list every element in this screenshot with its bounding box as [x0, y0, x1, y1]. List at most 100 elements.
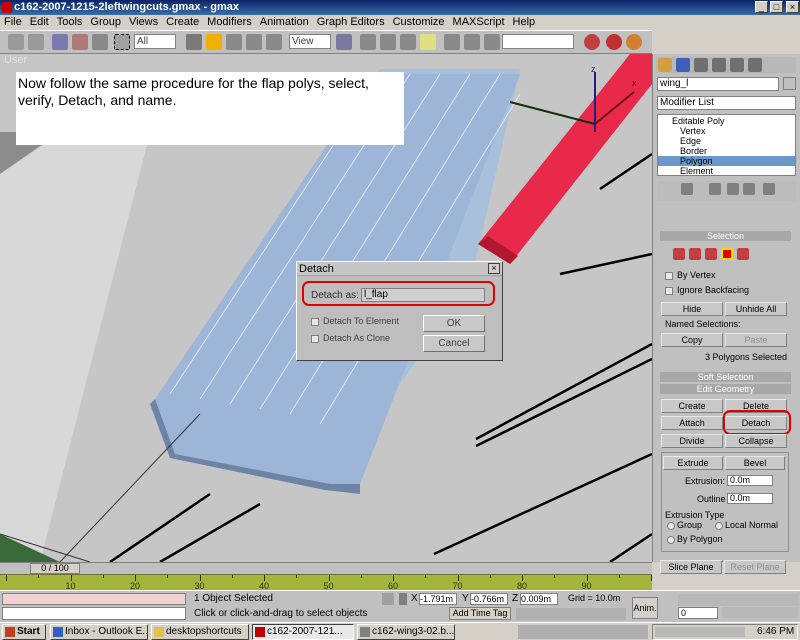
maxscript-listener-mini[interactable] — [2, 593, 186, 605]
x-coord-input[interactable]: -1.791m — [419, 593, 457, 605]
lock-selection-icon[interactable] — [382, 593, 394, 605]
modify-tab-icon[interactable] — [676, 58, 690, 72]
bevel-button[interactable]: Bevel — [725, 456, 785, 470]
extrude-button[interactable]: Extrude — [663, 456, 723, 470]
restrict-x-icon[interactable] — [360, 34, 376, 50]
by-polygon-radio[interactable] — [667, 536, 675, 544]
stack-vertex[interactable]: Vertex — [680, 126, 706, 136]
bind-spacewarp-icon[interactable] — [92, 34, 108, 50]
menu-tools[interactable]: Tools — [53, 15, 87, 30]
material-editor-icon[interactable] — [584, 34, 600, 50]
pivot-icon[interactable] — [266, 34, 282, 50]
mirror-icon[interactable] — [444, 34, 460, 50]
selection-filter-select[interactable]: All — [134, 34, 176, 49]
menu-modifiers[interactable]: Modifiers — [203, 15, 256, 30]
create-button[interactable]: Create — [661, 399, 723, 413]
snap-toggles[interactable] — [516, 608, 626, 620]
unhide-all-button[interactable]: Unhide All — [725, 302, 787, 316]
array-icon[interactable] — [464, 34, 480, 50]
time-slider-thumb[interactable]: 0 / 100 — [30, 563, 80, 574]
edge-mode-icon[interactable] — [689, 248, 701, 260]
collapse-button[interactable]: Collapse — [725, 434, 787, 448]
unlink-icon[interactable] — [72, 34, 88, 50]
add-time-tag-button[interactable]: Add Time Tag — [449, 607, 511, 620]
show-end-result-icon[interactable] — [709, 183, 721, 195]
extrusion-spinner[interactable]: 0.0m — [727, 475, 773, 486]
undo-icon[interactable] — [8, 34, 24, 50]
maxscript-input[interactable] — [2, 607, 186, 620]
use-center-icon[interactable] — [336, 34, 352, 50]
create-tab-icon[interactable] — [658, 58, 672, 72]
menu-customize[interactable]: Customize — [389, 15, 449, 30]
object-name-input[interactable]: wing_l — [657, 77, 779, 91]
start-button[interactable]: Start — [2, 624, 46, 640]
quick-render-icon[interactable] — [626, 34, 642, 50]
select-region-icon[interactable] — [114, 34, 130, 50]
absolute-mode-icon[interactable] — [399, 593, 407, 605]
stack-edge[interactable]: Edge — [680, 136, 701, 146]
menu-edit[interactable]: Edit — [26, 15, 53, 30]
link-icon[interactable] — [52, 34, 68, 50]
anim-toggle-button[interactable]: Anim. — [632, 597, 658, 619]
vertex-mode-icon[interactable] — [673, 248, 685, 260]
polygon-mode-icon[interactable] — [721, 248, 733, 260]
local-normal-radio[interactable] — [715, 522, 723, 530]
ok-button[interactable]: OK — [423, 315, 485, 332]
remove-modifier-icon[interactable] — [743, 183, 755, 195]
stack-element[interactable]: Element — [680, 166, 713, 176]
align-icon[interactable] — [484, 34, 500, 50]
make-unique-icon[interactable] — [727, 183, 739, 195]
select-object-icon[interactable] — [186, 34, 202, 50]
group-radio[interactable] — [667, 522, 675, 530]
menu-maxscript[interactable]: MAXScript — [449, 15, 509, 30]
task-gmax[interactable]: c162-2007-121... — [252, 624, 354, 640]
minimize-button[interactable]: _ — [755, 1, 768, 13]
restrict-z-icon[interactable] — [400, 34, 416, 50]
slice-plane-button[interactable]: Slice Plane — [660, 560, 722, 574]
ignore-backfacing-checkbox[interactable] — [665, 287, 673, 295]
menu-create[interactable]: Create — [162, 15, 203, 30]
hierarchy-tab-icon[interactable] — [694, 58, 708, 72]
time-slider[interactable]: 0 / 100 — [0, 562, 652, 574]
dialog-close-icon[interactable]: × — [488, 263, 500, 274]
playback-controls[interactable] — [678, 594, 798, 606]
edit-geometry-rollout-header[interactable]: Edit Geometry — [660, 384, 791, 394]
detach-as-clone-checkbox[interactable] — [311, 335, 319, 343]
quick-launch-icons[interactable] — [518, 625, 648, 639]
viewport-nav-controls[interactable] — [722, 607, 798, 619]
stack-polygon[interactable]: Polygon — [680, 156, 713, 166]
hide-button[interactable]: Hide — [661, 302, 723, 316]
z-coord-input[interactable]: 0.009m — [520, 593, 558, 605]
current-frame-input[interactable]: 0 — [678, 607, 718, 619]
stack-editable-poly[interactable]: Editable Poly — [672, 116, 725, 126]
restrict-y-icon[interactable] — [380, 34, 396, 50]
task-outlook[interactable]: Inbox - Outlook E... — [50, 624, 148, 640]
redo-icon[interactable] — [28, 34, 44, 50]
modifier-list-select[interactable]: Modifier List — [657, 96, 796, 110]
gmax-app-icon[interactable] — [2, 2, 12, 13]
maximize-button[interactable]: □ — [770, 1, 783, 13]
menu-animation[interactable]: Animation — [256, 15, 313, 30]
motion-tab-icon[interactable] — [712, 58, 726, 72]
render-icon[interactable] — [606, 34, 622, 50]
border-mode-icon[interactable] — [705, 248, 717, 260]
stack-border[interactable]: Border — [680, 146, 707, 156]
menu-help[interactable]: Help — [509, 15, 540, 30]
divide-button[interactable]: Divide — [661, 434, 723, 448]
rotate-icon[interactable] — [226, 34, 242, 50]
cancel-button[interactable]: Cancel — [423, 335, 485, 352]
reference-coord-select[interactable]: View — [289, 34, 331, 49]
by-vertex-checkbox[interactable] — [665, 272, 673, 280]
attach-button[interactable]: Attach — [661, 416, 723, 430]
menu-group[interactable]: Group — [86, 15, 125, 30]
menu-file[interactable]: File — [0, 15, 26, 30]
viewport-label[interactable]: User — [4, 54, 27, 66]
configure-modifier-icon[interactable] — [763, 183, 775, 195]
display-tab-icon[interactable] — [730, 58, 744, 72]
outline-spinner[interactable]: 0.0m — [727, 493, 773, 504]
tray-icons[interactable] — [655, 627, 745, 637]
restrict-xy-icon[interactable] — [420, 34, 436, 50]
named-selection-select[interactable] — [502, 34, 574, 49]
selection-rollout-header[interactable]: Selection — [660, 231, 791, 241]
y-coord-input[interactable]: -0.766m — [470, 593, 508, 605]
